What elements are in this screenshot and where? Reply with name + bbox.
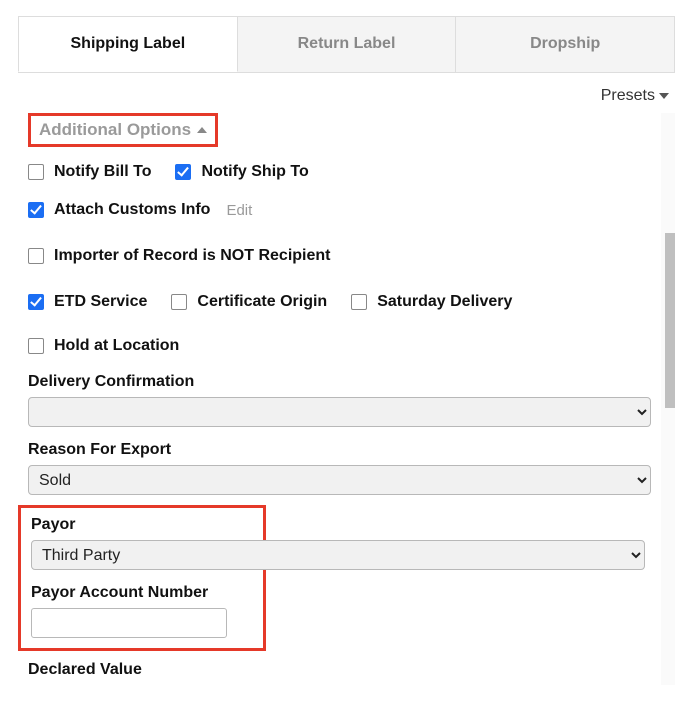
checkbox-label: Certificate Origin xyxy=(197,293,327,311)
checkbox-label: Hold at Location xyxy=(54,337,179,355)
tab-shipping-label[interactable]: Shipping Label xyxy=(18,16,238,72)
highlight-payor-block: Payor Third Party Payor Account Number xyxy=(18,505,266,651)
tab-return-label[interactable]: Return Label xyxy=(238,16,457,72)
checkbox-input-cert-origin[interactable] xyxy=(171,294,187,310)
scrollbar-thumb[interactable] xyxy=(665,233,675,408)
presets-label: Presets xyxy=(601,87,655,105)
delivery-confirmation-label: Delivery Confirmation xyxy=(28,373,651,391)
payor-account-number-label: Payor Account Number xyxy=(31,584,253,602)
checkbox-hold-at-location[interactable]: Hold at Location xyxy=(28,337,179,355)
checkbox-importer-not-recipient[interactable]: Importer of Record is NOT Recipient xyxy=(28,247,330,265)
highlight-additional-options: Additional Options xyxy=(28,113,218,147)
payor-select[interactable]: Third Party xyxy=(31,540,645,570)
checkbox-notify-ship-to[interactable]: Notify Ship To xyxy=(175,163,308,181)
presets-dropdown[interactable]: Presets xyxy=(601,87,669,105)
delivery-confirmation-select[interactable] xyxy=(28,397,651,427)
section-title: Additional Options xyxy=(39,120,191,140)
checkbox-notify-bill-to[interactable]: Notify Bill To xyxy=(28,163,151,181)
checkbox-input-attach-customs[interactable] xyxy=(28,202,44,218)
checkbox-input-hold[interactable] xyxy=(28,338,44,354)
reason-for-export-select[interactable]: Sold xyxy=(28,465,651,495)
chevron-up-icon xyxy=(197,127,207,133)
checkbox-input-notify-ship-to[interactable] xyxy=(175,164,191,180)
checkbox-label: ETD Service xyxy=(54,293,147,311)
scrollbar[interactable] xyxy=(661,113,675,685)
checkbox-certificate-origin[interactable]: Certificate Origin xyxy=(171,293,327,311)
checkbox-etd-service[interactable]: ETD Service xyxy=(28,293,147,311)
checkbox-attach-customs[interactable]: Attach Customs Info Edit xyxy=(28,201,252,219)
checkbox-input-importer[interactable] xyxy=(28,248,44,264)
tab-dropship[interactable]: Dropship xyxy=(456,16,675,72)
checkbox-label: Saturday Delivery xyxy=(377,293,512,311)
checkbox-input-etd[interactable] xyxy=(28,294,44,310)
payor-account-number-input[interactable] xyxy=(31,608,227,638)
edit-customs-link[interactable]: Edit xyxy=(226,202,252,219)
reason-for-export-label: Reason For Export xyxy=(28,441,651,459)
additional-options-toggle[interactable]: Additional Options xyxy=(39,120,207,140)
checkbox-label: Importer of Record is NOT Recipient xyxy=(54,247,330,265)
checkbox-saturday-delivery[interactable]: Saturday Delivery xyxy=(351,293,512,311)
tab-bar: Shipping Label Return Label Dropship xyxy=(18,16,675,73)
checkbox-label: Notify Bill To xyxy=(54,163,151,181)
chevron-down-icon xyxy=(659,93,669,99)
checkbox-label: Notify Ship To xyxy=(201,163,308,181)
checkbox-input-notify-bill-to[interactable] xyxy=(28,164,44,180)
payor-label: Payor xyxy=(31,516,253,534)
declared-value-label: Declared Value xyxy=(28,661,651,679)
checkbox-input-saturday[interactable] xyxy=(351,294,367,310)
checkbox-label: Attach Customs Info xyxy=(54,201,210,219)
